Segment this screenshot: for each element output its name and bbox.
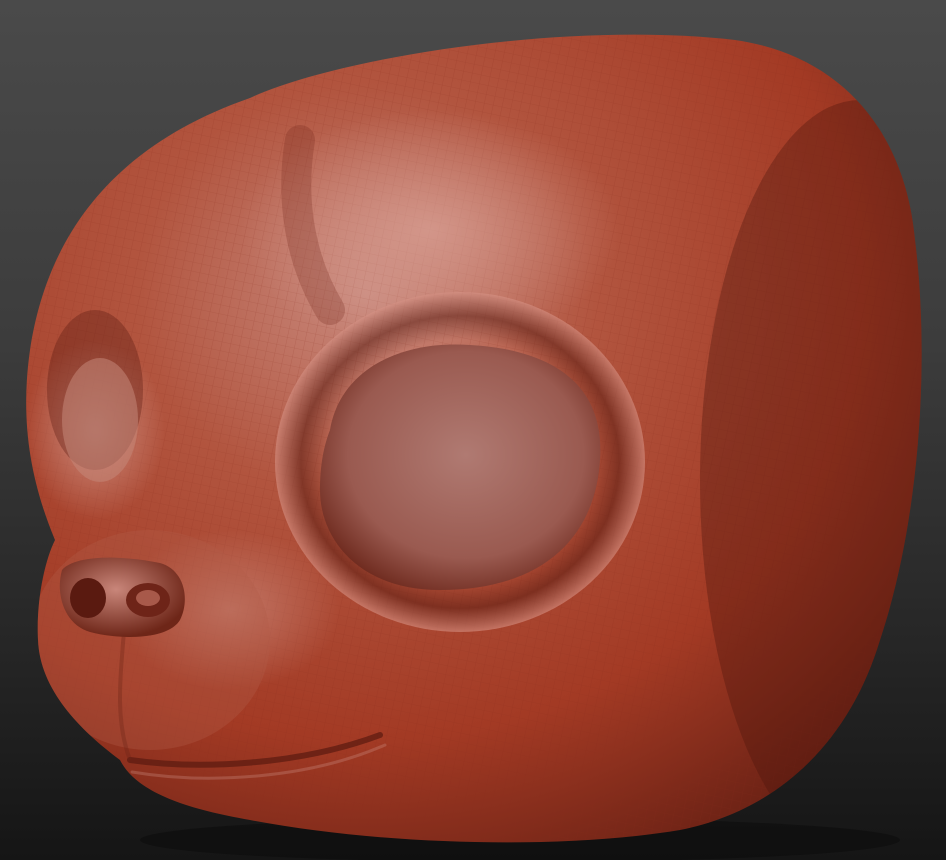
- left-nostril: [70, 578, 106, 618]
- viewport-canvas[interactable]: [0, 0, 946, 860]
- nose: [59, 557, 185, 637]
- sculpted-head-model: [26, 34, 922, 860]
